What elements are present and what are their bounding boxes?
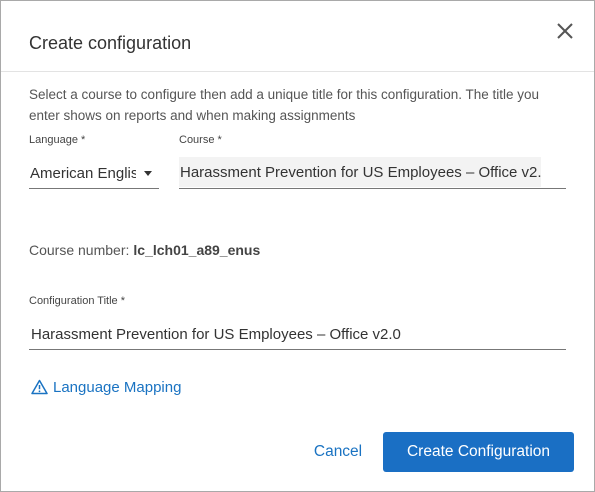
course-field[interactable]: Harassment Prevention for US Employees –… [179, 157, 566, 189]
language-label: Language * [29, 134, 86, 146]
course-number-value: lc_lch01_a89_enus [133, 242, 261, 258]
language-select-value: American English [30, 165, 136, 182]
configuration-title-field [29, 319, 566, 350]
dialog-title: Create configuration [29, 33, 192, 53]
language-select[interactable]: American English [29, 157, 159, 189]
course-field-value: Harassment Prevention for US Employees –… [179, 157, 541, 187]
header-divider [1, 71, 594, 72]
create-configuration-dialog: Create configuration Select a course to … [0, 0, 595, 492]
configuration-title-input[interactable] [29, 319, 566, 349]
cancel-button[interactable]: Cancel [308, 433, 368, 471]
course-label: Course * [179, 134, 222, 146]
create-configuration-button[interactable]: Create Configuration [383, 432, 574, 472]
dropdown-caret-icon [144, 171, 152, 176]
language-mapping-link[interactable]: Language Mapping [31, 377, 181, 397]
warning-triangle-icon [31, 379, 48, 395]
language-mapping-label: Language Mapping [53, 378, 182, 396]
configuration-title-label: Configuration Title * [29, 295, 125, 307]
course-number-label: Course number: [29, 242, 130, 258]
course-number: Course number: lc_lch01_a89_enus [29, 242, 260, 258]
close-icon[interactable] [554, 20, 576, 42]
dialog-description: Select a course to configure then add a … [29, 87, 540, 123]
